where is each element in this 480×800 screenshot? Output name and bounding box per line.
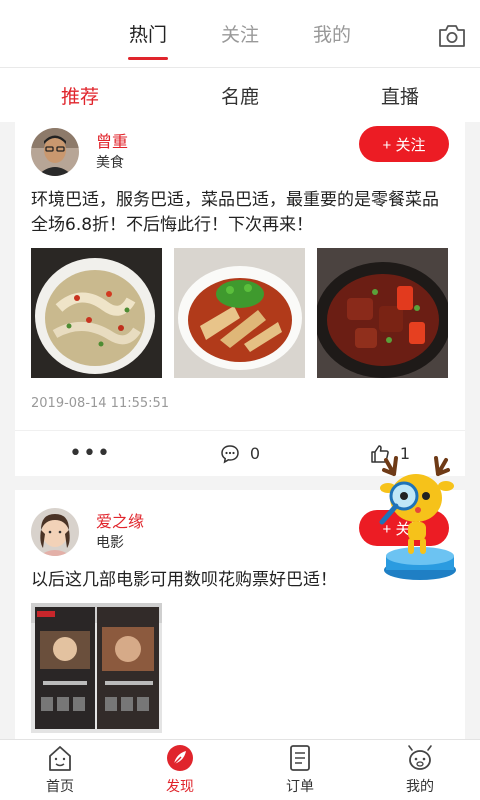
tabbar-label: 发现 <box>166 779 194 795</box>
more-button[interactable]: ••• <box>15 440 165 466</box>
home-icon <box>49 746 71 771</box>
tabbar-item-orders[interactable]: 订单 <box>240 740 360 800</box>
tabbar-label: 我的 <box>406 779 434 795</box>
follow-button[interactable]: + 关注 <box>359 126 449 162</box>
tab-following[interactable]: 关注 <box>194 12 286 68</box>
post-photo[interactable] <box>31 248 162 378</box>
discover-icon <box>167 745 193 771</box>
tabbar-item-discover[interactable]: 发现 <box>120 740 240 800</box>
post-photo[interactable] <box>317 248 448 378</box>
post-photo[interactable] <box>174 248 305 378</box>
post-username[interactable]: 爱之缘 <box>96 511 144 533</box>
top-tab-bar: 热门 关注 我的 <box>0 12 480 68</box>
post-text: 环境巴适，服务巴适，菜品巴适，最重要的是零餐菜品全场6.8折！不后悔此行！下次再… <box>31 190 439 235</box>
post-feed[interactable]: 曾重 美食 + 关注 环境巴适，服务巴适，菜品巴适，最重要的是零餐菜品全场6.8… <box>0 122 480 739</box>
post-username[interactable]: 曾重 <box>96 131 128 153</box>
post-category: 美食 <box>96 155 124 171</box>
avatar[interactable] <box>31 128 79 176</box>
profile-icon <box>408 745 432 770</box>
order-icon <box>290 745 310 771</box>
tab-mine[interactable]: 我的 <box>286 12 378 68</box>
post-category: 电影 <box>96 535 124 551</box>
comment-button[interactable]: 0 <box>165 444 315 464</box>
subtab-recommend[interactable]: 推荐 <box>0 82 160 109</box>
tabbar-item-profile[interactable]: 我的 <box>360 740 480 800</box>
avatar[interactable] <box>31 508 79 556</box>
comment-icon <box>221 444 239 463</box>
post-photos <box>31 603 449 733</box>
comment-count: 0 <box>249 444 261 463</box>
more-icon: ••• <box>69 440 111 466</box>
tabbar-item-home[interactable]: 首页 <box>0 740 120 800</box>
post-photo[interactable] <box>31 603 162 733</box>
bottom-tab-bar: 首页 发现 订单 我的 <box>0 739 480 800</box>
tab-hot[interactable]: 热门 <box>102 12 194 68</box>
sub-tab-bar: 推荐 名鹿 直播 <box>0 68 480 122</box>
status-bar <box>0 0 480 12</box>
post-header: 曾重 美食 + 关注 <box>31 126 449 176</box>
subtab-celebrity[interactable]: 名鹿 <box>160 82 320 109</box>
camera-icon[interactable] <box>438 24 466 48</box>
post-time: 2019-08-14 11:55:51 <box>31 396 170 411</box>
tabbar-label: 首页 <box>46 779 74 795</box>
mascot-deer[interactable] <box>378 452 458 582</box>
post-card: 曾重 美食 + 关注 环境巴适，服务巴适，菜品巴适，最重要的是零餐菜品全场6.8… <box>15 122 465 476</box>
post-photos <box>31 248 449 378</box>
subtab-live[interactable]: 直播 <box>320 82 480 109</box>
tabbar-label: 订单 <box>286 779 314 795</box>
